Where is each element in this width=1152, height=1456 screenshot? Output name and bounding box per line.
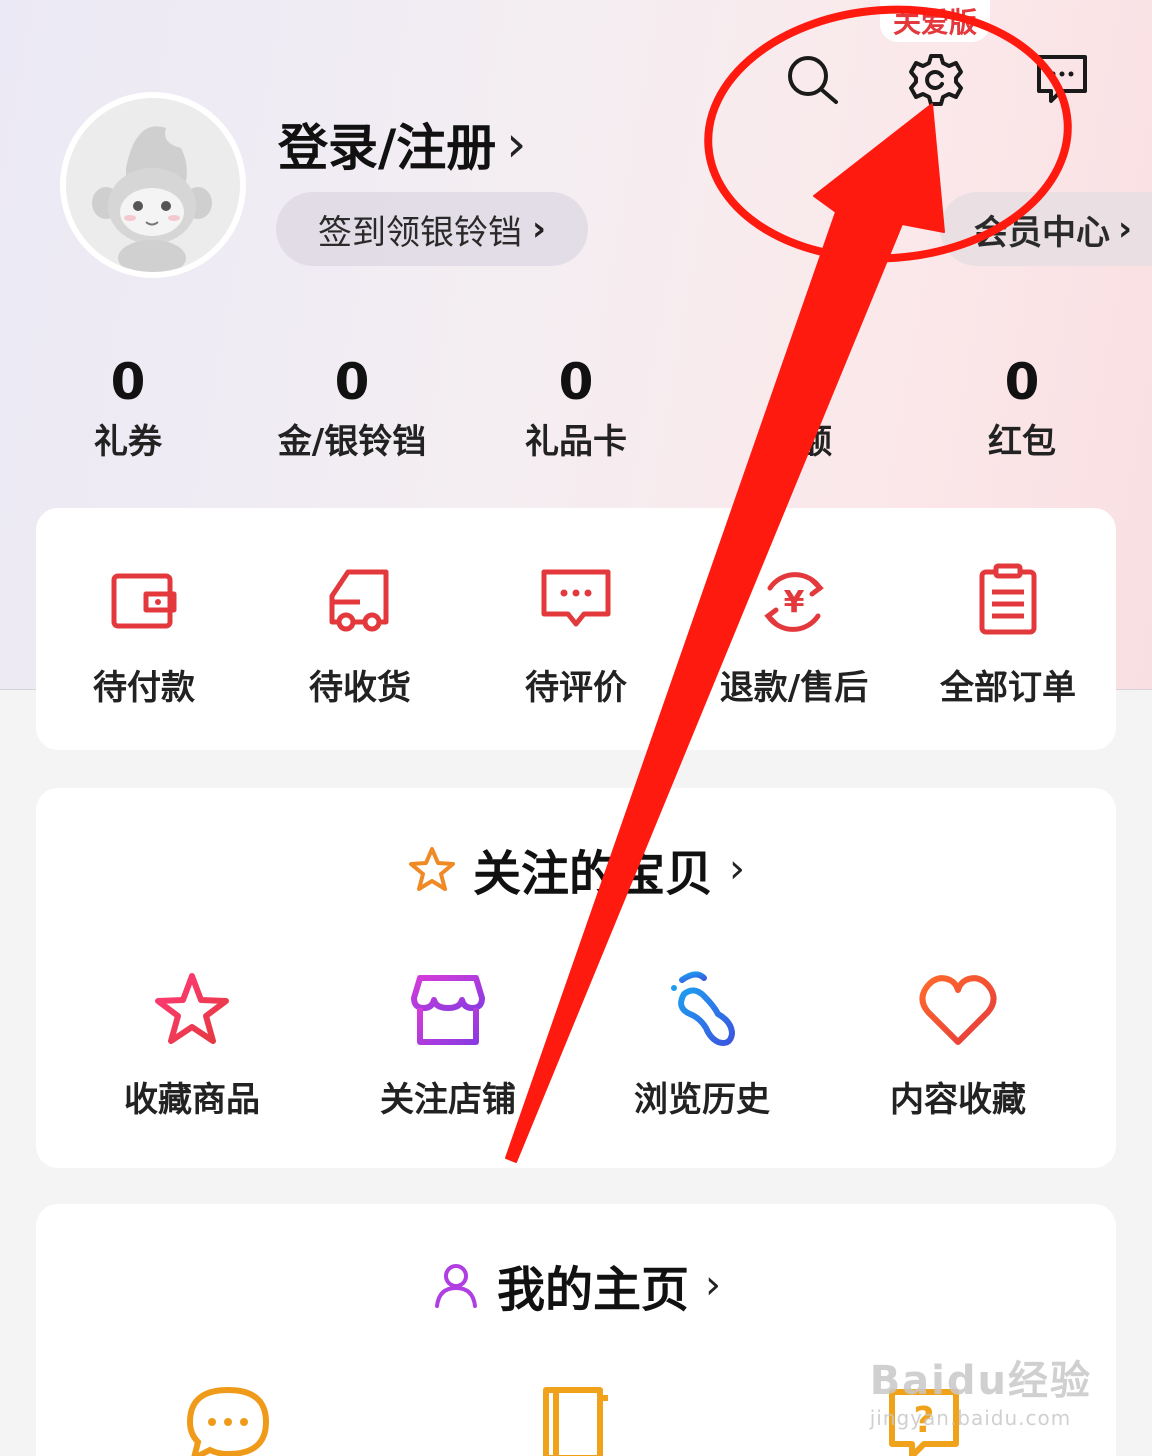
chevron-right-icon: › bbox=[506, 115, 527, 173]
settings-icon[interactable] bbox=[904, 48, 968, 112]
star-outline-icon bbox=[408, 847, 455, 891]
fav-collected-goods[interactable]: 收藏商品 bbox=[72, 968, 312, 1121]
care-mode-badge[interactable]: 关爱版 bbox=[880, 0, 990, 42]
homepage-title: 我的主页 bbox=[496, 1262, 689, 1318]
fav-label: 内容收藏 bbox=[890, 1080, 1026, 1120]
order-pending-review[interactable]: 待评价 bbox=[476, 562, 676, 709]
star-outline-icon bbox=[150, 968, 234, 1052]
fav-label: 关注店铺 bbox=[380, 1080, 516, 1120]
stat-value: 0 bbox=[780, 353, 816, 411]
checkin-label: 签到领银铃铛 bbox=[317, 212, 522, 253]
fav-browse-history[interactable]: 浏览历史 bbox=[582, 968, 822, 1121]
stat-label: 余额 bbox=[764, 422, 832, 462]
login-register-link[interactable]: 登录/注册 › bbox=[278, 108, 526, 180]
stat-label: 礼品卡 bbox=[525, 422, 627, 462]
order-label: 全部订单 bbox=[940, 668, 1076, 708]
stat-value: 0 bbox=[1004, 353, 1040, 411]
watermark: Baidu经验 jingyan.baidu.com bbox=[870, 1348, 1092, 1430]
fav-label: 浏览历史 bbox=[634, 1080, 770, 1120]
footprint-icon bbox=[660, 968, 744, 1052]
stat-bells[interactable]: 0 金/银铃铛 bbox=[252, 352, 452, 463]
message-icon[interactable] bbox=[1030, 48, 1094, 112]
clipboard-icon bbox=[968, 562, 1048, 642]
stat-balance[interactable]: 0 余额 bbox=[698, 352, 898, 463]
refund-icon: ¥ bbox=[754, 562, 834, 642]
stat-red-packets[interactable]: 0 红包 bbox=[922, 352, 1122, 463]
fav-content-collection[interactable]: 内容收藏 bbox=[838, 968, 1078, 1121]
order-all[interactable]: 全部订单 bbox=[908, 562, 1108, 709]
avatar[interactable] bbox=[60, 92, 246, 278]
stat-value: 0 bbox=[110, 353, 146, 411]
user-icon bbox=[434, 1264, 477, 1308]
heart-icon bbox=[916, 968, 1000, 1052]
stat-label: 金/银铃铛 bbox=[277, 422, 427, 462]
stat-label: 礼券 bbox=[94, 422, 162, 462]
chevron-right-icon: › bbox=[705, 1262, 721, 1308]
chevron-right-icon: › bbox=[729, 846, 745, 892]
wallet-icon bbox=[104, 562, 184, 642]
stat-value: 0 bbox=[558, 353, 594, 411]
favorites-title-link[interactable]: 关注的宝贝 › bbox=[36, 834, 1116, 904]
order-label: 待付款 bbox=[93, 668, 195, 708]
stat-label: 红包 bbox=[988, 422, 1056, 462]
order-label: 待评价 bbox=[525, 668, 627, 708]
search-icon[interactable] bbox=[780, 48, 844, 112]
comment-icon bbox=[536, 562, 616, 642]
book-icon[interactable] bbox=[536, 1384, 616, 1456]
chevron-right-icon: › bbox=[1118, 209, 1133, 249]
favorites-title: 关注的宝贝 bbox=[472, 846, 713, 902]
login-label: 登录/注册 bbox=[278, 119, 497, 177]
member-center-button[interactable]: 会员中心 › bbox=[940, 192, 1152, 266]
order-label: 待收货 bbox=[309, 668, 411, 708]
order-pending-receipt[interactable]: 待收货 bbox=[260, 562, 460, 709]
svg-text:¥: ¥ bbox=[784, 585, 805, 620]
member-center-label: 会员中心 bbox=[974, 212, 1110, 253]
order-label: 退款/售后 bbox=[719, 668, 869, 708]
store-icon bbox=[406, 968, 490, 1052]
stat-gift-cards[interactable]: 0 礼品卡 bbox=[476, 352, 676, 463]
order-refund-aftersale[interactable]: ¥ 退款/售后 bbox=[694, 562, 894, 709]
fav-label: 收藏商品 bbox=[124, 1080, 260, 1120]
truck-icon bbox=[320, 562, 400, 642]
homepage-title-link[interactable]: 我的主页 › bbox=[36, 1250, 1116, 1320]
chat-bubble-icon[interactable] bbox=[184, 1384, 272, 1456]
chevron-right-icon: › bbox=[531, 209, 546, 249]
stat-value: 0 bbox=[334, 353, 370, 411]
order-pending-payment[interactable]: 待付款 bbox=[44, 562, 244, 709]
fav-followed-stores[interactable]: 关注店铺 bbox=[328, 968, 568, 1121]
checkin-button[interactable]: 签到领银铃铛 › bbox=[276, 192, 588, 266]
stat-coupons[interactable]: 0 礼券 bbox=[28, 352, 228, 463]
watermark-url: jingyan.baidu.com bbox=[869, 1406, 1072, 1430]
watermark-brand: Baidu经验 bbox=[869, 1358, 1092, 1404]
